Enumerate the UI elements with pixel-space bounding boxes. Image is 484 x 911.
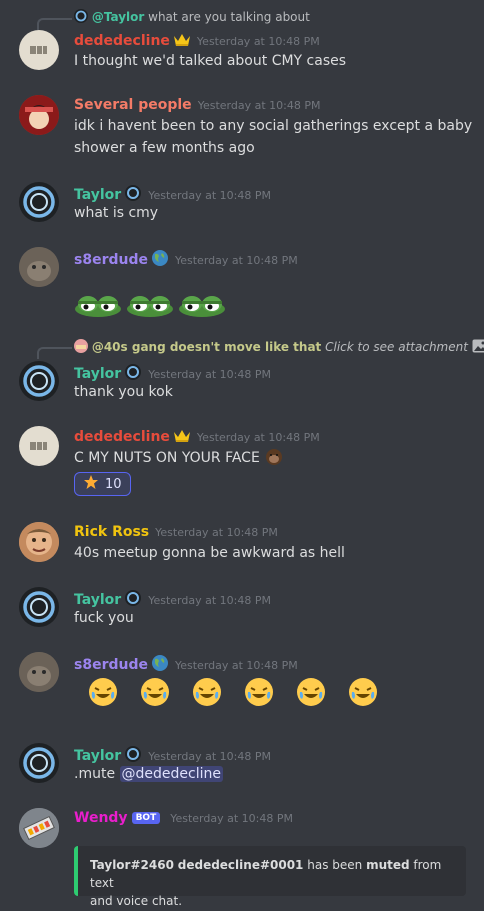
author-label[interactable]: dededecline — [74, 33, 170, 49]
message-text: fuck you — [74, 610, 134, 626]
reply-avatar-icon — [74, 339, 92, 354]
timestamp: Yesterday at 10:48 PM — [174, 254, 298, 267]
avatar[interactable] — [19, 808, 59, 848]
avatar[interactable] — [19, 587, 59, 627]
avatar[interactable] — [19, 182, 59, 222]
embed-line-2: and voice chat. — [90, 894, 183, 908]
message-text: 40s meetup gonna be awkward as hell — [74, 545, 345, 561]
author-name[interactable]: Several people Yesterday at 10:48 PM — [74, 97, 320, 113]
avatar[interactable] — [19, 652, 59, 692]
embed-text: has been — [303, 858, 367, 872]
star-icon — [83, 474, 99, 494]
user-mention[interactable]: @dededecline — [119, 766, 223, 782]
timestamp: Yesterday at 10:48 PM — [148, 368, 271, 381]
timestamp: Yesterday at 10:48 PM — [170, 812, 293, 825]
laughing-emoji[interactable] — [245, 678, 273, 706]
crown-icon — [173, 428, 191, 448]
laughing-emoji[interactable] — [89, 678, 117, 706]
reply-preview[interactable]: @Taylor what are you talking about — [74, 9, 310, 24]
command-text: .mute — [74, 766, 116, 782]
author-name[interactable]: Rick Ross Yesterday at 10:48 PM — [74, 524, 278, 540]
reply-connector — [37, 18, 72, 30]
timestamp: Yesterday at 10:48 PM — [155, 526, 278, 539]
timestamp: Yesterday at 10:48 PM — [197, 99, 321, 112]
author-label[interactable]: Taylor — [74, 748, 121, 764]
author-label[interactable]: Rick Ross — [74, 524, 149, 540]
avatar[interactable] — [19, 95, 59, 135]
author-label[interactable]: Taylor — [74, 187, 121, 203]
message-text: C MY NUTS ON YOUR FACE — [74, 446, 474, 469]
author-label[interactable]: Taylor — [74, 366, 121, 382]
author-name[interactable]: s8erdude Yesterday at 10:48 PM — [74, 654, 298, 676]
laughing-emoji[interactable] — [349, 678, 377, 706]
bot-embed: Taylor#2460 dededecline#0001 has been mu… — [74, 846, 466, 908]
timestamp: Yesterday at 10:48 PM — [196, 431, 320, 444]
emoji-row — [89, 678, 377, 706]
message-text: thank you kok — [74, 384, 173, 400]
frog-eyes-emoji[interactable] — [126, 295, 174, 321]
message-line: shower a few months ago — [74, 140, 255, 156]
author-label[interactable]: Several people — [74, 97, 192, 113]
reply-text: what are you talking about — [148, 10, 310, 24]
author-label[interactable]: Wendy — [74, 810, 128, 826]
emoji-row — [74, 295, 226, 321]
timestamp: Yesterday at 10:48 PM — [148, 189, 271, 202]
globe-icon — [151, 249, 169, 271]
reaction-count: 10 — [105, 476, 122, 492]
avatar[interactable] — [19, 30, 59, 70]
avatar[interactable] — [19, 361, 59, 401]
author-name[interactable]: s8erdude Yesterday at 10:48 PM — [74, 249, 298, 271]
reply-preview[interactable]: @40s gang doesn't move like that Click t… — [74, 339, 484, 354]
crown-icon — [173, 32, 191, 52]
reply-connector — [37, 347, 72, 359]
author-label[interactable]: s8erdude — [74, 657, 148, 673]
laughing-emoji[interactable] — [141, 678, 169, 706]
embed-action: muted — [366, 858, 410, 872]
image-icon — [472, 339, 484, 354]
author-label[interactable]: s8erdude — [74, 252, 148, 268]
frog-eyes-emoji[interactable] — [178, 295, 226, 321]
reply-author[interactable]: @Taylor — [92, 10, 144, 24]
message-text: I thought we'd talked about CMY cases — [74, 53, 347, 69]
timestamp: Yesterday at 10:48 PM — [174, 659, 298, 672]
embed-user2: dededecline#0001 — [177, 858, 304, 872]
reply-text[interactable]: Click to see attachment — [325, 340, 468, 354]
avatar[interactable] — [19, 743, 59, 783]
avatar[interactable] — [19, 247, 59, 287]
timestamp: Yesterday at 10:48 PM — [196, 35, 320, 48]
timestamp: Yesterday at 10:48 PM — [148, 594, 271, 607]
avatar[interactable] — [19, 426, 59, 466]
message-text: what is cmy — [74, 205, 159, 221]
author-label[interactable]: dededecline — [74, 429, 170, 445]
embed-user1: Taylor#2460 — [90, 858, 174, 872]
message-line: idk i havent been to any social gatherin… — [74, 118, 473, 134]
timestamp: Yesterday at 10:48 PM — [148, 750, 271, 763]
embed-line-1: Taylor#2460 dededecline#0001 has been mu… — [90, 856, 454, 892]
reply-author[interactable]: @40s gang doesn't move like that — [92, 340, 321, 354]
message-text-content: C MY NUTS ON YOUR FACE — [74, 450, 260, 466]
author-name[interactable]: dededecline Yesterday at 10:48 PM — [74, 428, 320, 448]
message-text: .mute @dededecline — [74, 763, 474, 785]
reaction-button[interactable]: 10 — [74, 472, 131, 496]
author-label[interactable]: Taylor — [74, 592, 121, 608]
avatar[interactable] — [19, 522, 59, 562]
ape-emoji — [264, 449, 284, 466]
author-name[interactable]: Wendy BOT Yesterday at 10:48 PM — [74, 810, 293, 826]
globe-icon — [151, 654, 169, 676]
message-text: idk i havent been to any social gatherin… — [74, 115, 474, 159]
laughing-emoji[interactable] — [297, 678, 325, 706]
taylor-mini-avatar-icon — [74, 9, 92, 24]
frog-eyes-emoji[interactable] — [74, 295, 122, 321]
bot-tag: BOT — [131, 812, 161, 824]
laughing-emoji[interactable] — [193, 678, 221, 706]
author-name[interactable]: dededecline Yesterday at 10:48 PM — [74, 32, 320, 52]
